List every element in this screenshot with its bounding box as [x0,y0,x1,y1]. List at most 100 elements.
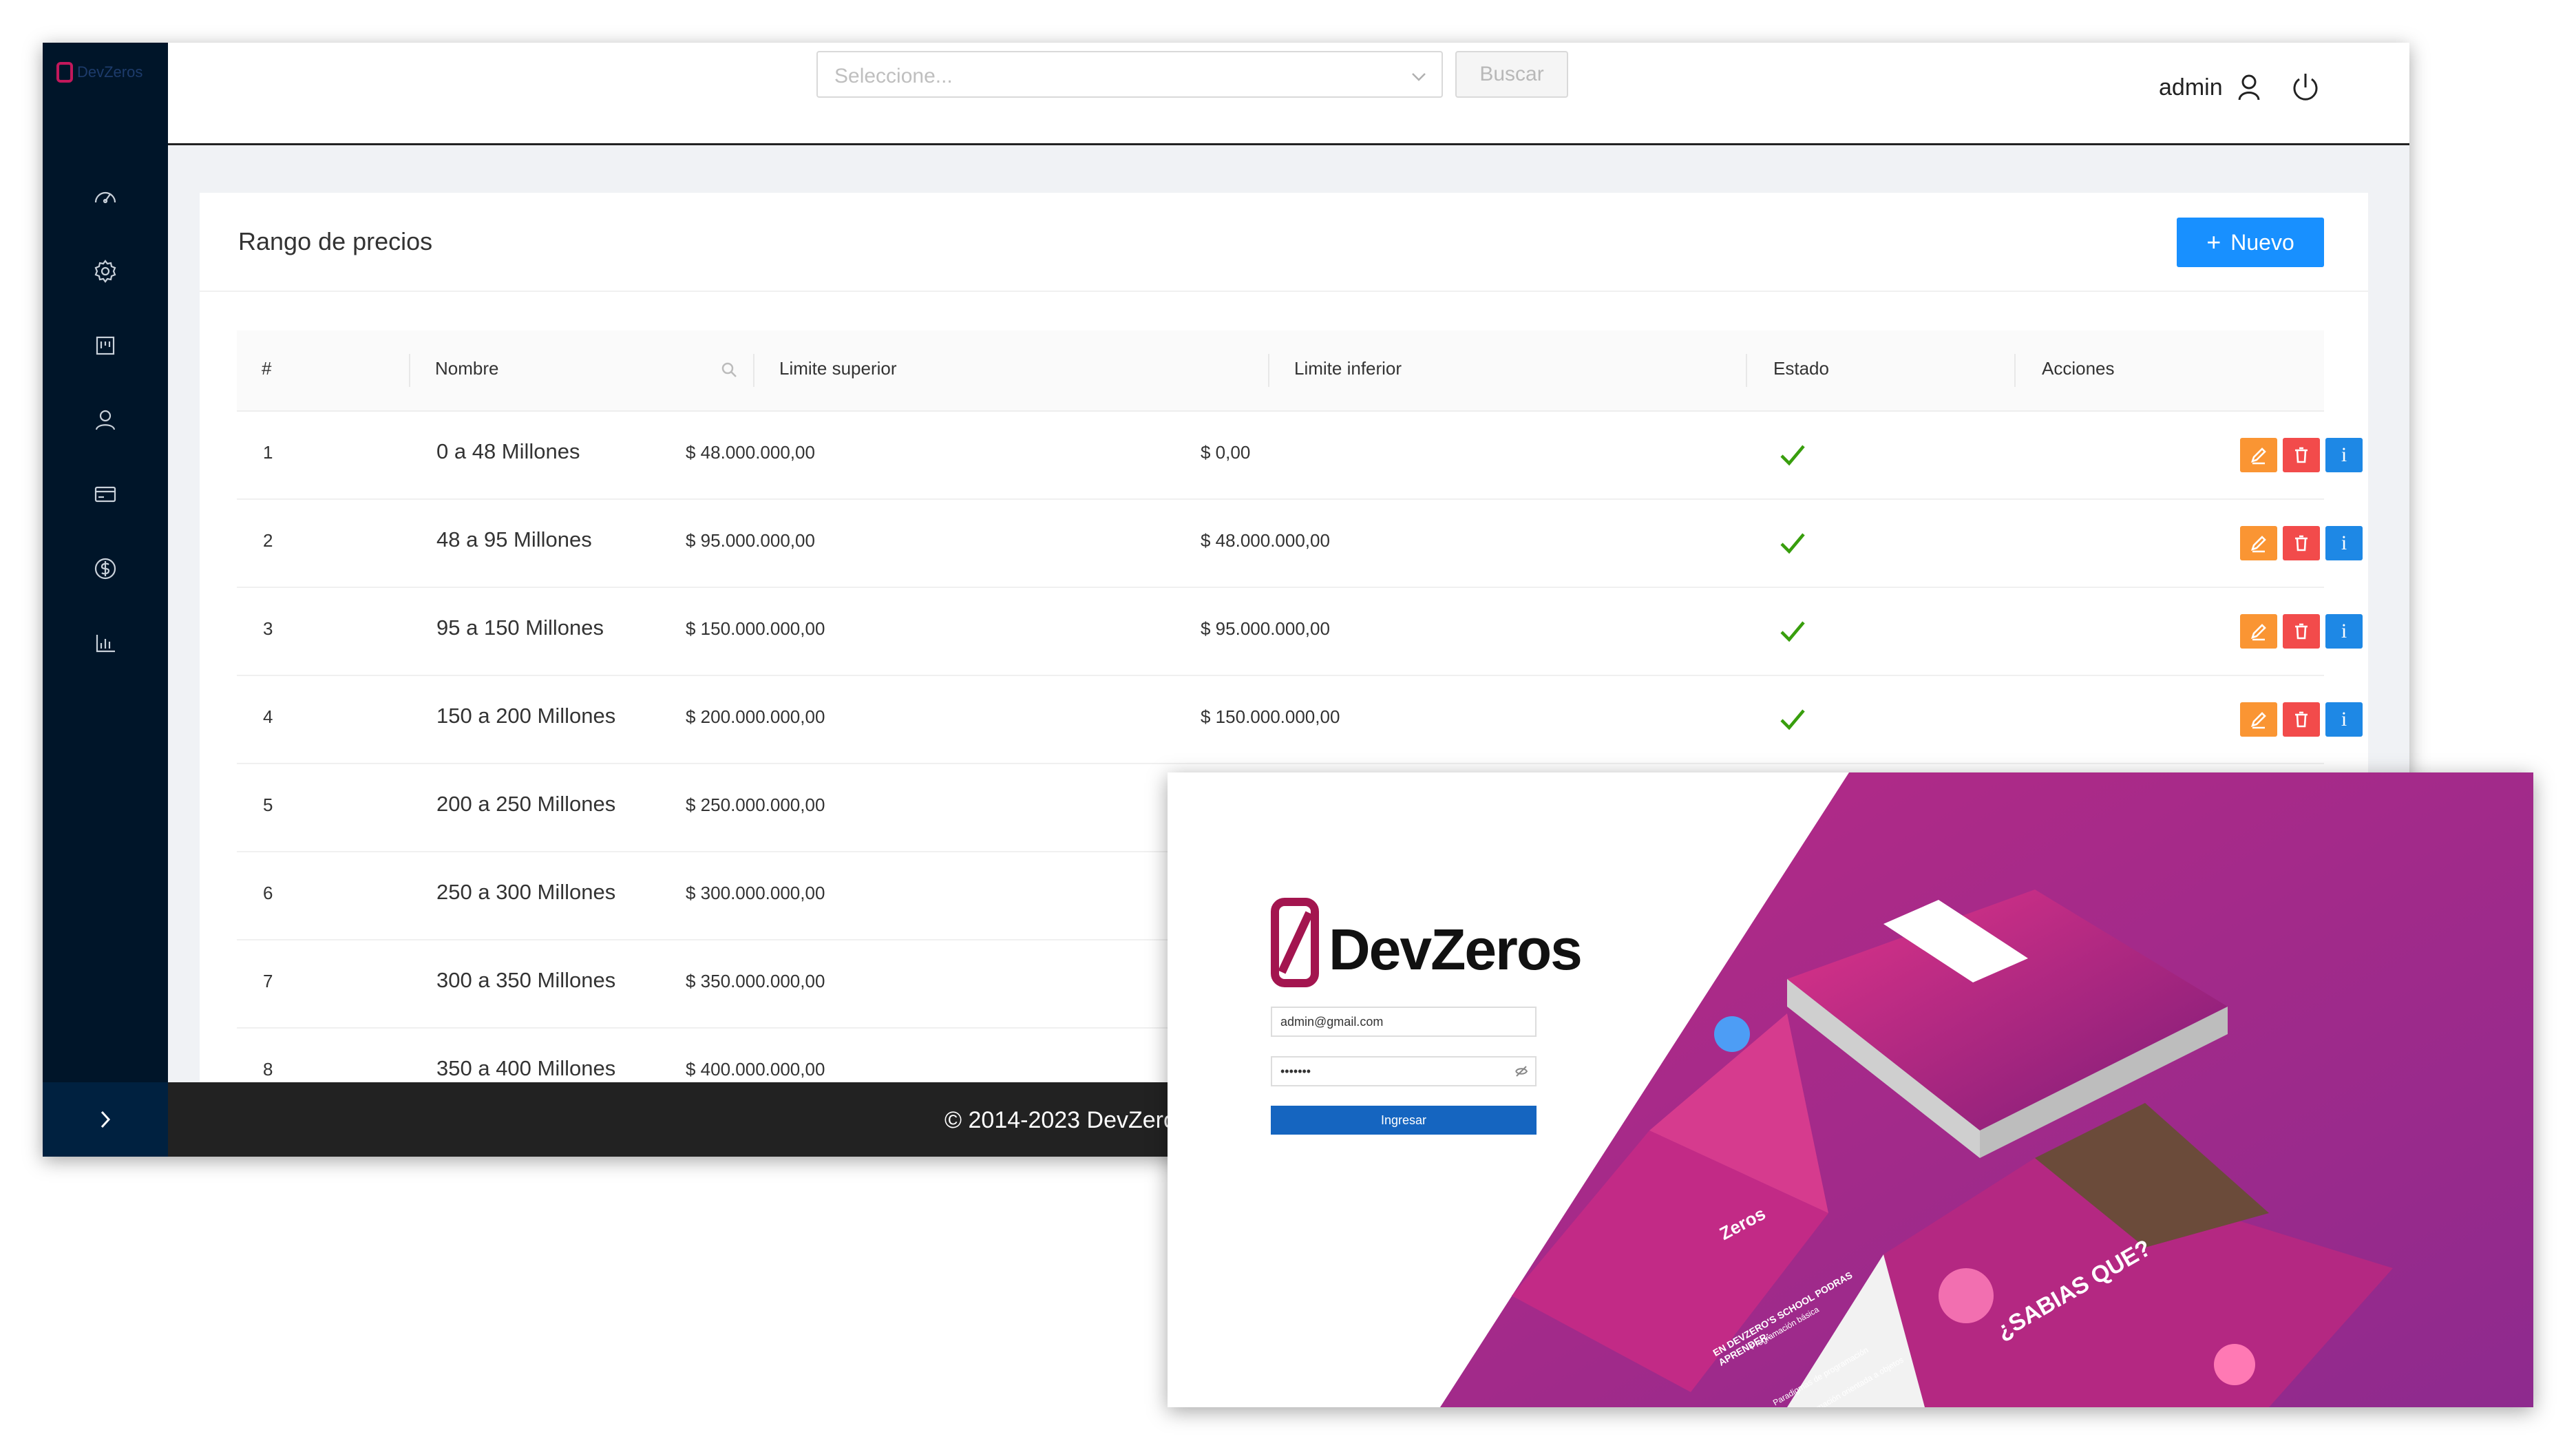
check-icon [1776,702,1809,735]
divider [2014,354,2016,387]
chevron-right-icon [101,1111,111,1128]
info-button[interactable]: i [2325,614,2363,649]
row-name: 200 a 250 Millones [436,792,616,816]
search-icon[interactable] [720,361,738,379]
credit-card-icon[interactable] [89,478,122,511]
page-title: Rango de precios [238,227,433,255]
divider [200,291,2368,292]
row-limite-superior: $ 150.000.000,00 [686,618,825,639]
row-name: 150 a 200 Millones [436,704,616,728]
edit-icon [2250,536,2266,553]
table-row[interactable]: 2 48 a 95 Millones $ 95.000.000,00 $ 48.… [237,498,2363,588]
row-number: 8 [263,1059,273,1080]
row-number: 2 [263,530,273,551]
trash-icon [2295,623,2308,640]
check-icon [1776,438,1809,471]
delete-button[interactable] [2283,526,2320,560]
row-number: 5 [263,795,273,815]
divider [753,354,754,387]
info-icon: i [2341,443,2347,466]
row-limite-inferior: $ 150.000.000,00 [1201,706,1340,727]
row-name: 300 a 350 Millones [436,968,616,992]
check-icon [1776,526,1809,559]
edit-button[interactable] [2240,702,2277,737]
sidebar-brand-text: DevZeros [77,63,143,81]
info-icon: i [2341,708,2347,730]
promo-background [1440,772,2533,1407]
row-number: 4 [263,706,273,727]
login-logo: DevZeros [1271,896,1583,1002]
edit-button[interactable] [2240,614,2277,649]
row-name: 250 a 300 Millones [436,880,616,904]
login-logo-text: DevZeros [1329,916,1583,982]
row-limite-inferior: $ 0,00 [1201,442,1251,463]
new-button-label: Nuevo [2230,229,2294,255]
chevron-down-icon [1412,73,1426,81]
table-row[interactable]: 4 150 a 200 Millones $ 200.000.000,00 $ … [237,675,2363,764]
password-value: ••••••• [1280,1064,1311,1078]
dashboard-icon[interactable] [89,180,122,213]
email-field[interactable]: admin@gmail.com [1271,1007,1537,1037]
column-header-limite-inferior: Limite inferior [1294,358,1402,379]
top-header: Seleccione... Buscar admin [168,43,2409,145]
divider [409,354,410,387]
user-icon[interactable] [89,403,122,436]
row-limite-inferior: $ 48.000.000,00 [1201,530,1330,551]
row-limite-superior: $ 95.000.000,00 [686,530,815,551]
select-placeholder: Seleccione... [834,65,953,87]
trash-icon [2295,711,2308,728]
row-limite-superior: $ 250.000.000,00 [686,795,825,815]
info-icon: i [2341,532,2347,554]
power-icon[interactable] [2283,65,2328,110]
sidebar-collapse-button[interactable] [43,1082,168,1157]
table-row[interactable]: 1 0 a 48 Millones $ 48.000.000,00 $ 0,00… [237,410,2363,500]
info-button[interactable]: i [2325,526,2363,560]
check-icon [1776,614,1809,647]
edit-button[interactable] [2240,438,2277,472]
trash-icon [2295,535,2308,551]
table-header: # Nombre Limite superior Limite inferior… [237,330,2324,412]
row-limite-inferior: $ 95.000.000,00 [1201,618,1330,639]
sidebar-brand[interactable]: DevZeros [56,62,142,83]
column-header-estado: Estado [1773,358,1829,379]
delete-button[interactable] [2283,438,2320,472]
row-limite-superior: $ 400.000.000,00 [686,1059,825,1080]
delete-button[interactable] [2283,702,2320,737]
profile-icon[interactable] [2226,65,2272,110]
plus-icon: + [2206,228,2221,256]
edit-icon [2250,624,2266,641]
row-limite-superior: $ 350.000.000,00 [686,971,825,991]
info-icon: i [2341,620,2347,642]
info-button[interactable]: i [2325,702,2363,737]
info-button[interactable]: i [2325,438,2363,472]
edit-button[interactable] [2240,526,2277,560]
edit-icon [2250,712,2266,729]
row-number: 3 [263,618,273,639]
column-header-limite-superior: Limite superior [779,358,897,379]
user-name: admin [2159,74,2223,101]
trash-icon [2295,447,2308,463]
project-select[interactable]: Seleccione... [816,51,1443,98]
edit-icon [2250,448,2266,465]
table-row[interactable]: 3 95 a 150 Millones $ 150.000.000,00 $ 9… [237,587,2363,676]
row-name: 350 a 400 Millones [436,1056,616,1080]
row-name: 95 a 150 Millones [436,615,604,640]
dollar-icon[interactable] [89,552,122,585]
column-header-nombre: Nombre [435,358,499,379]
sidebar: DevZeros [43,43,168,1157]
delete-button[interactable] [2283,614,2320,649]
divider [1746,354,1747,387]
eye-off-icon[interactable] [1514,1064,1528,1078]
row-number: 7 [263,971,273,991]
login-button[interactable]: Ingresar [1271,1106,1537,1135]
row-limite-superior: $ 48.000.000,00 [686,442,815,463]
password-field[interactable]: ••••••• [1271,1056,1537,1086]
row-name: 48 a 95 Millones [436,527,592,551]
settings-icon[interactable] [89,255,122,288]
new-button[interactable]: + Nuevo [2177,218,2324,267]
bar-chart-icon[interactable] [89,627,122,660]
layout-icon[interactable] [89,329,122,362]
column-header-acciones: Acciones [2042,358,2115,379]
search-button[interactable]: Buscar [1455,51,1568,98]
row-name: 0 a 48 Millones [436,439,580,463]
